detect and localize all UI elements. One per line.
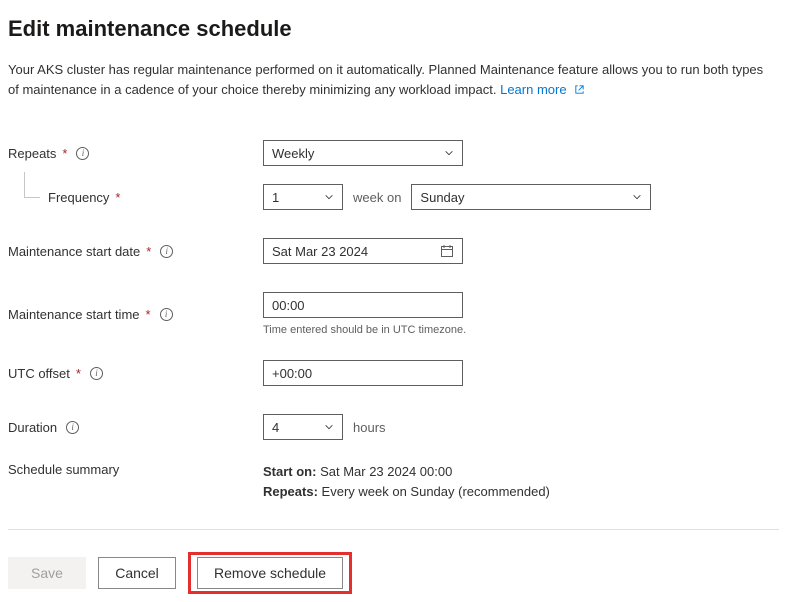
summary-start-on-value: Sat Mar 23 2024 00:00 (320, 464, 452, 479)
cancel-button[interactable]: Cancel (98, 557, 176, 589)
start-date-value: Sat Mar 23 2024 (272, 244, 368, 259)
info-icon[interactable]: i (90, 367, 103, 380)
frequency-mid-text: week on (353, 190, 401, 205)
start-date-label: Maintenance start date * i (8, 244, 263, 259)
frequency-day-value: Sunday (420, 190, 464, 205)
footer-actions: Save Cancel Remove schedule (8, 552, 779, 594)
chevron-down-icon (632, 192, 642, 202)
required-marker: * (62, 146, 67, 161)
remove-schedule-button[interactable]: Remove schedule (197, 557, 343, 589)
frequency-label: Frequency * (8, 190, 263, 205)
duration-label: Duration i (8, 420, 263, 435)
learn-more-link[interactable]: Learn more (500, 82, 585, 97)
chevron-down-icon (324, 422, 334, 432)
page-title: Edit maintenance schedule (8, 16, 779, 42)
duration-value: 4 (272, 420, 279, 435)
chevron-down-icon (324, 192, 334, 202)
schedule-summary-block: Start on: Sat Mar 23 2024 00:00 Repeats:… (263, 462, 550, 501)
tree-connector-icon (24, 172, 40, 198)
summary-start-on-label: Start on: (263, 464, 316, 479)
repeats-value: Weekly (272, 146, 314, 161)
info-icon[interactable]: i (160, 308, 173, 321)
summary-repeats-value: Every week on Sunday (recommended) (322, 484, 550, 499)
required-marker: * (146, 244, 151, 259)
info-icon[interactable]: i (76, 147, 89, 160)
required-marker: * (146, 307, 151, 322)
schedule-summary-label: Schedule summary (8, 462, 263, 477)
utc-offset-input[interactable]: +00:00 (263, 360, 463, 386)
start-date-input[interactable]: Sat Mar 23 2024 (263, 238, 463, 264)
info-icon[interactable]: i (66, 421, 79, 434)
required-marker: * (115, 190, 120, 205)
duration-unit: hours (353, 420, 386, 435)
footer-separator (8, 529, 779, 530)
required-marker: * (76, 366, 81, 381)
chevron-down-icon (444, 148, 454, 158)
start-time-hint: Time entered should be in UTC timezone. (263, 324, 466, 336)
utc-offset-value: +00:00 (272, 366, 312, 381)
summary-repeats-label: Repeats: (263, 484, 318, 499)
calendar-icon (440, 244, 454, 258)
learn-more-text: Learn more (500, 82, 566, 97)
frequency-day-select[interactable]: Sunday (411, 184, 651, 210)
repeats-select[interactable]: Weekly (263, 140, 463, 166)
remove-schedule-highlight: Remove schedule (188, 552, 352, 594)
save-button: Save (8, 557, 86, 589)
external-link-icon (574, 81, 585, 101)
start-time-input[interactable]: 00:00 (263, 292, 463, 318)
repeats-label: Repeats * i (8, 146, 263, 161)
frequency-count-select[interactable]: 1 (263, 184, 343, 210)
info-icon[interactable]: i (160, 245, 173, 258)
description-text: Your AKS cluster has regular maintenance… (8, 62, 763, 97)
start-time-value: 00:00 (272, 298, 305, 313)
page-description: Your AKS cluster has regular maintenance… (8, 60, 768, 100)
frequency-count-value: 1 (272, 190, 279, 205)
duration-select[interactable]: 4 (263, 414, 343, 440)
start-time-label: Maintenance start time * i (8, 307, 263, 322)
utc-offset-label: UTC offset * i (8, 366, 263, 381)
